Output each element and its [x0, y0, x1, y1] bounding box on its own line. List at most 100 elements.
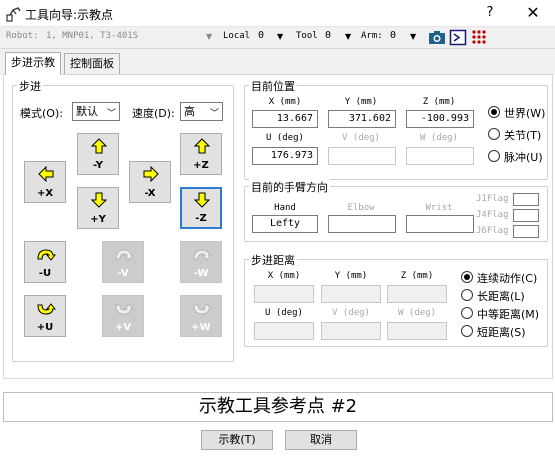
- dist-x-field[interactable]: [254, 285, 314, 303]
- mode-label: 模式(O):: [20, 107, 63, 120]
- arm-orientation-title: 目前的手臂方向: [249, 179, 330, 195]
- medium-distance-radio-label: 中等距离(M): [477, 308, 540, 321]
- robot-selector[interactable]: 1, MNP01, T3-401S: [46, 31, 138, 41]
- dist-u-header: U (deg): [265, 308, 303, 318]
- rotate-cw-icon: [115, 303, 134, 315]
- tool-dropdown-icon[interactable]: ▼: [345, 32, 351, 41]
- current-w-field: [406, 147, 474, 165]
- jog-plus-x-button[interactable]: +X: [24, 161, 66, 203]
- speed-value: 高: [184, 105, 195, 118]
- jog-minus-w-label: -W: [193, 268, 209, 279]
- short-distance-radio[interactable]: [461, 325, 473, 337]
- io-grid-icon[interactable]: [470, 29, 488, 46]
- jog-plus-u-button[interactable]: +U: [24, 295, 66, 337]
- robot-toolbar: Robot: 1, MNP01, T3-401S ▼ Local 0 ▼ Too…: [0, 27, 555, 49]
- chevron-down-icon: ﹀: [209, 109, 219, 119]
- dist-y-field[interactable]: [321, 285, 381, 303]
- tool-wizard-icon: [6, 6, 22, 22]
- local-dropdown-icon[interactable]: ▼: [277, 32, 283, 41]
- jog-plus-u-label: +U: [36, 322, 54, 333]
- mode-select[interactable]: 默认 ﹀: [72, 102, 120, 121]
- j4flag-label: J4Flag: [476, 210, 509, 220]
- arrow-left-icon: [38, 166, 54, 182]
- local-label: Local: [223, 31, 251, 41]
- jog-minus-x-button[interactable]: -X: [129, 161, 171, 203]
- jog-minus-u-label: -U: [38, 268, 52, 279]
- jog-plus-v-button[interactable]: +V: [102, 295, 144, 337]
- arrow-down-icon: [91, 192, 107, 208]
- continuous-radio-label: 连续动作(C): [477, 272, 538, 285]
- rotate-cw-icon: [37, 303, 56, 315]
- rotate-ccw-icon: [37, 249, 56, 261]
- jog-plus-y-button[interactable]: +Y: [77, 187, 119, 229]
- x-header: X (mm): [268, 97, 302, 107]
- wrist-field: [406, 215, 474, 233]
- rotate-cw-icon: [193, 303, 212, 315]
- long-distance-radio[interactable]: [461, 289, 473, 301]
- pulse-radio-label: 脉冲(U): [504, 151, 543, 164]
- tab-bar: 步进示教 控制面板: [0, 49, 555, 75]
- jog-minus-v-label: -V: [117, 268, 129, 279]
- jog-plus-z-button[interactable]: +Z: [180, 133, 222, 175]
- w-header: W (deg): [420, 133, 458, 143]
- dist-z-field[interactable]: [387, 285, 447, 303]
- world-radio[interactable]: [488, 106, 500, 118]
- tab-panel: 步进 模式(O): 默认 ﹀ 速度(D): 高 ﹀ -Y +Z +X -X +Y…: [3, 74, 553, 379]
- dist-v-field[interactable]: [321, 322, 381, 340]
- arrow-up-icon: [194, 138, 210, 154]
- wrist-header: Wrist: [425, 203, 453, 213]
- j6flag-label: J6Flag: [476, 226, 509, 236]
- medium-distance-radio[interactable]: [461, 307, 473, 319]
- mode-value: 默认: [76, 105, 98, 118]
- current-y-field: 371.602: [328, 110, 396, 128]
- long-distance-radio-label: 长距离(L): [477, 290, 525, 303]
- j4flag-field: [513, 209, 539, 222]
- jog-minus-x-label: -X: [144, 188, 156, 199]
- teach-button[interactable]: 示教(T): [201, 430, 273, 450]
- rotate-ccw-icon: [193, 249, 212, 261]
- title-bar: 工具向导:示教点 ? ✕: [0, 0, 555, 27]
- robot-label: Robot:: [6, 31, 39, 41]
- arm-selector[interactable]: 0: [390, 30, 396, 41]
- speed-select[interactable]: 高 ﹀: [180, 102, 223, 121]
- tab-control-panel[interactable]: 控制面板: [64, 53, 120, 74]
- pulse-radio[interactable]: [488, 150, 500, 162]
- tab-jog-teach[interactable]: 步进示教: [5, 52, 61, 75]
- continuous-radio[interactable]: [461, 271, 473, 283]
- cancel-button[interactable]: 取消: [285, 430, 357, 450]
- jog-plus-v-label: +V: [114, 322, 132, 333]
- terminal-icon[interactable]: [449, 29, 467, 46]
- arm-label: Arm:: [361, 31, 383, 41]
- dist-x-header: X (mm): [267, 271, 301, 281]
- local-selector[interactable]: 0: [258, 30, 264, 41]
- dist-v-header: V (deg): [332, 308, 370, 318]
- jog-plus-x-label: +X: [36, 188, 54, 199]
- jog-minus-v-button[interactable]: -V: [102, 241, 144, 283]
- j1flag-label: J1Flag: [476, 194, 509, 204]
- help-button[interactable]: ?: [478, 0, 502, 26]
- tool-selector[interactable]: 0: [325, 30, 331, 41]
- arrow-right-icon: [143, 166, 159, 182]
- arm-dropdown-icon[interactable]: ▼: [410, 32, 416, 41]
- jog-minus-z-button[interactable]: -Z: [180, 187, 222, 229]
- jog-plus-w-button[interactable]: +W: [180, 295, 222, 337]
- current-u-field: 176.973: [252, 147, 318, 165]
- hand-field: Lefty: [252, 215, 318, 233]
- speed-label: 速度(D):: [132, 107, 175, 120]
- jog-minus-y-label: -Y: [93, 160, 103, 171]
- arrow-down-icon: [194, 192, 210, 208]
- arrow-up-icon: [91, 138, 107, 154]
- jog-minus-u-button[interactable]: -U: [24, 241, 66, 283]
- joint-radio[interactable]: [488, 128, 500, 140]
- hand-header: Hand: [274, 203, 296, 213]
- v-header: V (deg): [342, 133, 380, 143]
- dist-w-field[interactable]: [387, 322, 447, 340]
- camera-icon[interactable]: [428, 29, 446, 46]
- current-position-title: 目前位置: [249, 78, 297, 94]
- current-v-field: [328, 147, 396, 165]
- close-button[interactable]: ✕: [518, 0, 548, 26]
- dist-u-field[interactable]: [254, 322, 314, 340]
- jog-minus-y-button[interactable]: -Y: [77, 133, 119, 175]
- jog-minus-w-button[interactable]: -W: [180, 241, 222, 283]
- robot-dropdown-icon[interactable]: ▼: [206, 32, 212, 41]
